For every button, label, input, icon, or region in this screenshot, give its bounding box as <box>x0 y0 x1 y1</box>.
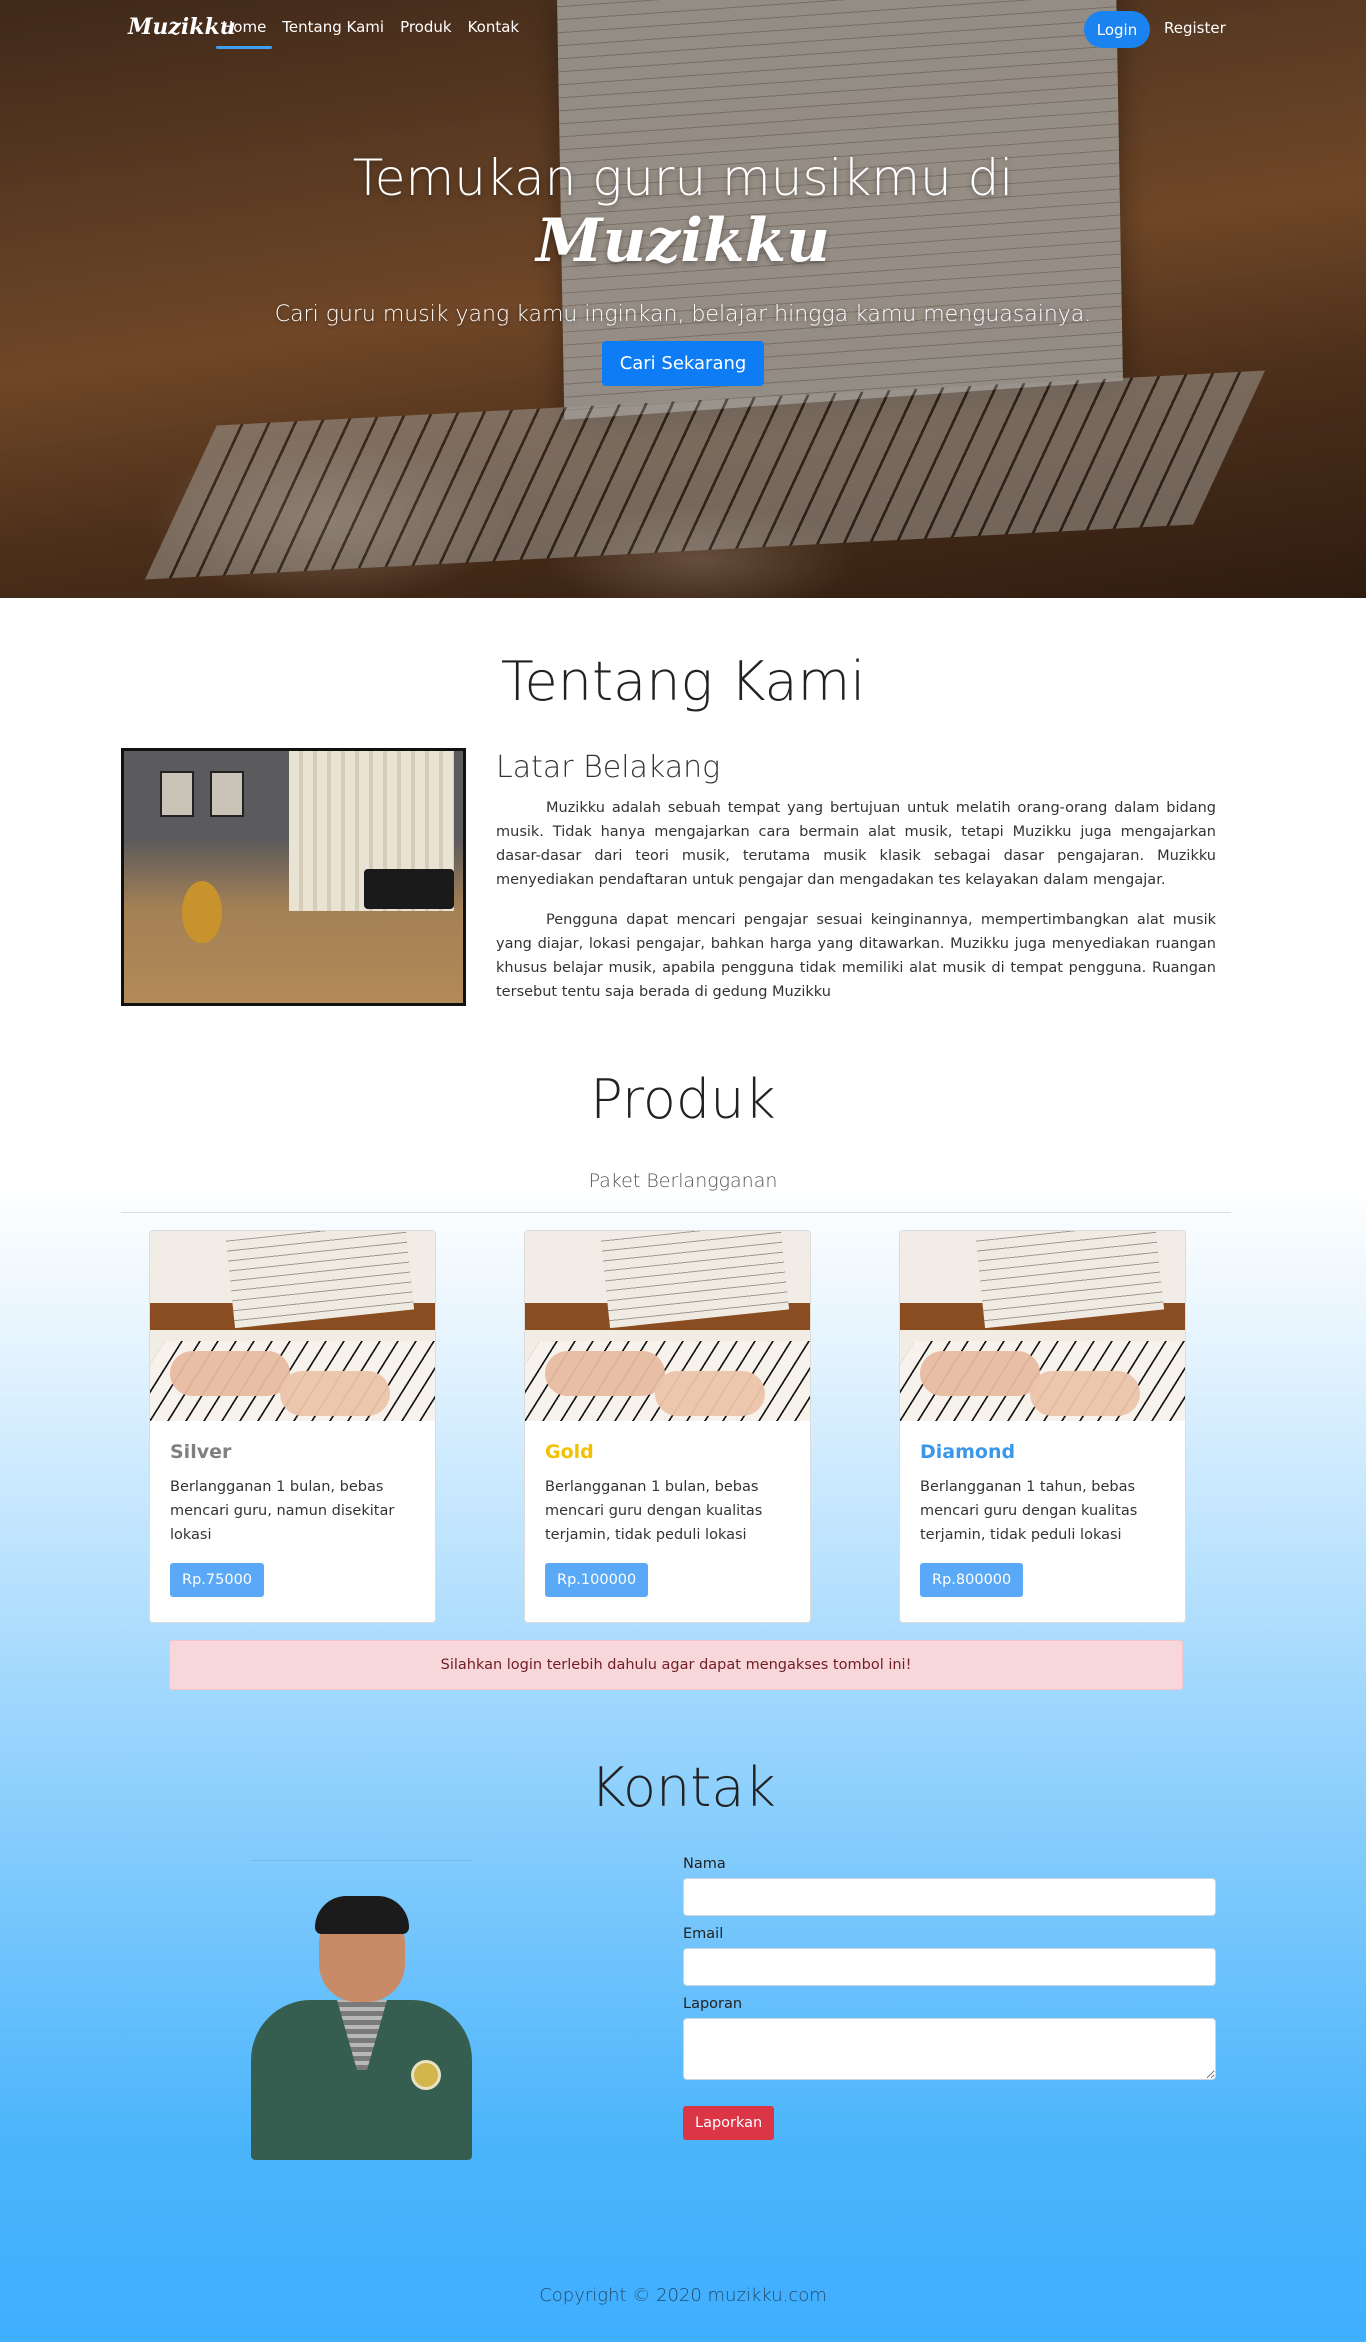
hero-content: Temukan guru musikmu di Muzikku Cari gur… <box>0 149 1366 386</box>
hero-brand: Muzikku <box>536 205 830 276</box>
report-label: Laporan <box>683 1996 743 2012</box>
product-title: Silver <box>170 1441 232 1463</box>
products-subtitle: Paket Berlangganan <box>588 1170 778 1192</box>
products-title: Produk <box>590 1068 776 1131</box>
product-image <box>900 1231 1185 1421</box>
about-paragraph: Pengguna dapat mencari pengajar sesuai k… <box>496 912 1216 1000</box>
register-link[interactable]: Register <box>1164 19 1226 37</box>
about-title: Tentang Kami <box>500 650 866 713</box>
navbar: Muzikku Home Tentang Kami Produk Kontak … <box>0 0 1366 60</box>
about-text: Muzikku adalah sebuah tempat yang bertuj… <box>496 796 1216 1020</box>
product-image <box>150 1231 435 1421</box>
product-title: Gold <box>545 1441 594 1463</box>
product-title: Diamond <box>920 1441 1016 1463</box>
nav-links: Home Tentang Kami Produk Kontak <box>215 18 520 49</box>
profile-photo <box>251 1860 472 2160</box>
name-label: Nama <box>683 1856 726 1872</box>
divider <box>121 1212 1231 1213</box>
product-card-gold: Gold Berlangganan 1 bulan, bebas mencari… <box>524 1230 811 1623</box>
product-description: Berlangganan 1 bulan, bebas mencari guru… <box>545 1479 763 1543</box>
cari-sekarang-button[interactable]: Cari Sekarang <box>601 340 765 386</box>
nav-link-produk[interactable]: Produk <box>400 18 452 44</box>
brand-logo[interactable]: Muzikku <box>128 14 236 40</box>
nav-link-tentang-kami[interactable]: Tentang Kami <box>282 18 384 44</box>
price-button[interactable]: Rp.100000 <box>545 1563 649 1597</box>
product-description: Berlangganan 1 bulan, bebas mencari guru… <box>170 1479 395 1543</box>
nav-link-home[interactable]: Home <box>215 18 273 49</box>
contact-form: Nama Email Laporan Laporkan <box>683 1856 1216 2140</box>
about-paragraph: Muzikku adalah sebuah tempat yang bertuj… <box>496 800 1216 888</box>
contact-title: Kontak <box>590 1756 776 1819</box>
product-card-silver: Silver Berlangganan 1 bulan, bebas menca… <box>149 1230 436 1623</box>
hero-subtitle: Cari guru musik yang kamu inginkan, bela… <box>274 301 1092 327</box>
price-button[interactable]: Rp.800000 <box>920 1563 1024 1597</box>
product-card-diamond: Diamond Berlangganan 1 tahun, bebas menc… <box>899 1230 1186 1623</box>
hero-title: Temukan guru musikmu di <box>352 149 1014 207</box>
login-button[interactable]: Login <box>1084 11 1150 48</box>
product-description: Berlangganan 1 tahun, bebas mencari guru… <box>920 1479 1138 1543</box>
product-image <box>525 1231 810 1421</box>
login-required-alert: Silahkan login terlebih dahulu agar dapa… <box>169 1640 1183 1690</box>
report-textarea[interactable] <box>683 2018 1216 2080</box>
about-subtitle: Latar Belakang <box>496 750 721 785</box>
name-field[interactable] <box>683 1878 1216 1916</box>
hero-section: Muzikku Home Tentang Kami Produk Kontak … <box>0 0 1366 598</box>
email-field[interactable] <box>683 1948 1216 1986</box>
price-button[interactable]: Rp.75000 <box>170 1563 265 1597</box>
footer-copyright: Copyright © 2020 muzikku.com <box>539 2285 827 2306</box>
nav-link-kontak[interactable]: Kontak <box>468 18 520 44</box>
email-label: Email <box>683 1926 724 1942</box>
about-studio-image <box>121 748 466 1006</box>
laporkan-button[interactable]: Laporkan <box>683 2106 775 2140</box>
